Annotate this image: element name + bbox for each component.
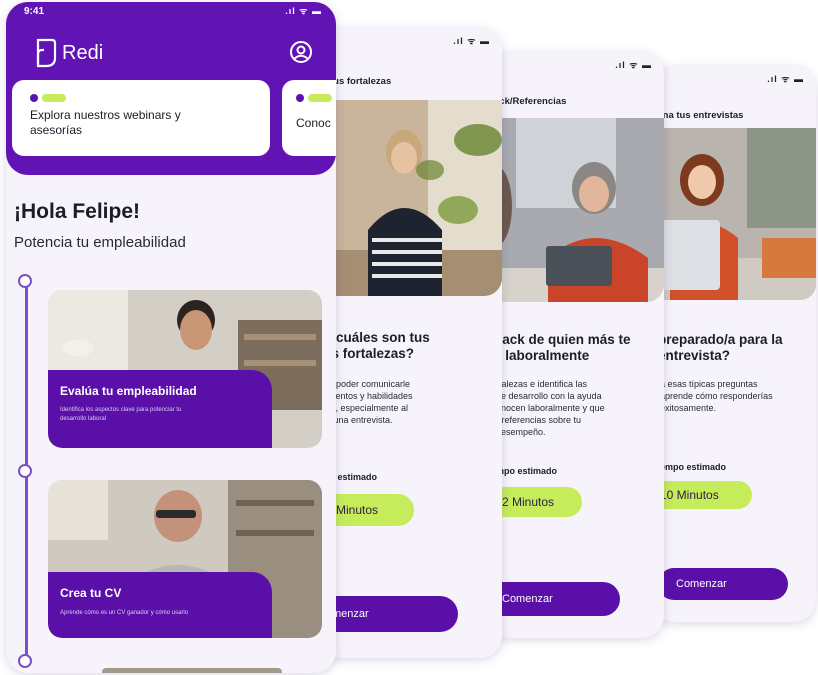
feature-title: Crea tu CV — [60, 586, 122, 600]
start-button-label: menzar — [332, 608, 369, 620]
indicator-dot — [296, 94, 304, 102]
start-button[interactable]: menzar — [318, 596, 458, 632]
card-text: Conoc — [296, 116, 331, 130]
screen-description: a esas típicas preguntas aprende cómo re… — [660, 379, 773, 413]
indicator-dash — [308, 94, 332, 102]
time-value: 2 Minutos — [502, 495, 555, 509]
start-button[interactable]: Comenzar — [658, 568, 788, 600]
logo-text: Redi — [62, 42, 104, 64]
screen-description: rtalezas e identifica las de desarrollo … — [496, 379, 605, 437]
screen-title: ack/Referencias — [494, 96, 567, 107]
interview-photo — [652, 128, 816, 300]
start-button-label: Comenzar — [502, 593, 553, 605]
time-label: empo estimado — [660, 462, 727, 472]
status-time: 9:41 — [24, 6, 45, 17]
start-button[interactable]: Comenzar — [488, 582, 620, 616]
screen-title: ina tus entrevistas — [660, 110, 744, 121]
greeting-subtitle: Potencia tu empleabilidad — [14, 234, 186, 251]
time-label: mpo estimado — [496, 466, 558, 476]
user-circle-icon[interactable] — [289, 40, 313, 69]
screen-home: 9:41 .ıl ᯤ ▬ Redi Explora nuestros webin… — [6, 2, 336, 673]
screen-interview: .ıl ᯤ ▬ ina tus entrevistas preparado/a … — [652, 66, 816, 622]
status-icons: .ıl ᯤ ▬ — [285, 6, 322, 16]
time-value: 10 Minutos — [660, 488, 719, 502]
feature-card-cv[interactable]: Crea tu CV Aprende cómo es un CV ganador… — [48, 480, 322, 638]
status-icons: .ıl ᯤ ▬ — [615, 60, 652, 70]
indicator-dot — [30, 94, 38, 102]
webinars-card[interactable]: Explora nuestros webinars y asesorías — [12, 80, 270, 156]
start-button-label: Comenzar — [676, 578, 727, 590]
screen-question: back de quien más te e laboralmente — [494, 332, 631, 363]
status-icons: .ıl ᯤ ▬ — [453, 36, 490, 46]
screen-question: preparado/a para la entrevista? — [658, 332, 783, 363]
feature-description: Identifica los aspectos clave para poten… — [60, 407, 182, 422]
indicator-dash — [42, 94, 66, 102]
references-photo — [488, 118, 664, 302]
screen-title: tus fortalezas — [330, 76, 392, 87]
screen-references: .ıl ᯤ ▬ ack/Referencias back de quien má… — [488, 52, 664, 638]
feature-label: Crea tu CV Aprende cómo es un CV ganador… — [48, 572, 272, 638]
secondary-card[interactable]: Conoc — [282, 80, 336, 156]
feature-title: Evalúa tu empleabilidad — [60, 384, 197, 398]
next-card-peek — [102, 668, 282, 673]
strengths-photo — [318, 100, 502, 296]
timeline-node — [18, 654, 32, 668]
feature-description: Aprende cómo es un CV ganador y cómo usa… — [60, 610, 189, 616]
feature-label: Evalúa tu empleabilidad Identifica los a… — [48, 370, 272, 448]
feature-card-employability[interactable]: Evalúa tu empleabilidad Identifica los a… — [48, 290, 322, 448]
timeline-node — [18, 464, 32, 478]
card-text: Explora nuestros webinars y asesorías — [30, 108, 181, 137]
time-pill: 10 Minutos — [652, 481, 752, 509]
time-pill: 2 Minutos — [490, 487, 582, 517]
status-icons: .ıl ᯤ ▬ — [767, 74, 804, 84]
timeline-node — [18, 274, 32, 288]
redi-logo-icon — [34, 38, 58, 73]
screen-strengths: .ıl ᯤ ▬ tus fortalezas o cuáles son tus … — [318, 28, 502, 658]
screen-question: o cuáles son tus es fortalezas? — [324, 330, 430, 361]
greeting-title: ¡Hola Felipe! — [14, 200, 141, 223]
screen-description: te poder comunicarle talentos y habilida… — [326, 379, 413, 425]
